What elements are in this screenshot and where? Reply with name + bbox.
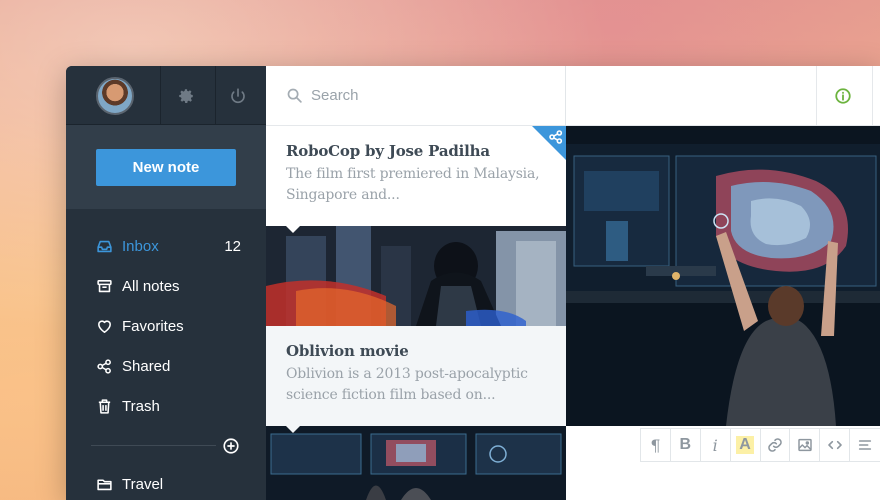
search-bar — [266, 66, 566, 126]
sidebar-item-label: All notes — [122, 277, 180, 295]
settings-button[interactable] — [167, 66, 205, 125]
folder-icon — [95, 475, 113, 493]
highlight-label: A — [736, 436, 754, 454]
note-list-item[interactable]: Oblivion movie Oblivion is a 2013 post-a… — [266, 326, 566, 426]
info-button[interactable] — [816, 66, 868, 126]
inbox-icon — [95, 237, 113, 255]
power-icon — [231, 87, 245, 103]
sidebar-item-label: Travel — [122, 475, 164, 493]
italic-button[interactable]: i — [701, 429, 731, 461]
sidebar-item-travel[interactable]: Travel — [66, 464, 266, 500]
sidebar-item-shared[interactable]: Shared — [66, 346, 266, 386]
notes-list-panel: RoboCop by Jose Padilha The film first p… — [266, 66, 566, 500]
link-icon — [768, 438, 782, 452]
detail-header — [566, 66, 880, 126]
note-thumbnail[interactable] — [266, 426, 566, 500]
thumbnail-pointer — [286, 426, 300, 433]
code-icon — [827, 440, 842, 450]
sidebar-item-label: Shared — [122, 357, 171, 375]
search-icon — [287, 88, 302, 103]
sidebar-item-label: Favorites — [122, 317, 184, 335]
note-list-item[interactable]: RoboCop by Jose Padilha The film first p… — [266, 126, 566, 226]
image-button[interactable] — [790, 429, 821, 461]
image-icon — [798, 438, 812, 452]
oblivion-thumbnail-image — [266, 426, 566, 500]
note-detail-panel: ¶ B i A — [566, 66, 880, 500]
header-edge — [872, 66, 880, 126]
paragraph-button[interactable]: ¶ — [641, 429, 671, 461]
header-divider — [215, 66, 216, 125]
highlight-button[interactable]: A — [731, 429, 761, 461]
sidebar-item-all-notes[interactable]: All notes — [66, 266, 266, 306]
bold-button[interactable]: B — [671, 429, 701, 461]
align-left-icon — [858, 440, 872, 450]
search-input[interactable] — [311, 87, 541, 104]
sidebar-item-inbox[interactable]: Inbox 12 — [66, 226, 266, 266]
new-note-button[interactable]: New note — [96, 149, 236, 186]
sidebar: New note Inbox 12 All notes Favorites Sh… — [66, 66, 266, 500]
inbox-count-badge: 12 — [224, 237, 241, 255]
folders-divider — [91, 445, 216, 446]
editor-toolbar: ¶ B i A — [640, 428, 880, 462]
info-icon — [834, 88, 851, 104]
folder-list: Travel — [66, 464, 266, 500]
note-excerpt: The film first premiered in Malaysia, Si… — [286, 166, 540, 203]
gear-icon — [179, 88, 194, 103]
avatar[interactable] — [96, 77, 134, 115]
sidebar-item-label: Trash — [122, 397, 160, 415]
heart-icon — [95, 317, 113, 335]
sidebar-item-label: Inbox — [122, 237, 159, 255]
code-button[interactable] — [820, 429, 851, 461]
robocop-thumbnail-image — [266, 226, 566, 326]
notes-app-window: New note Inbox 12 All notes Favorites Sh… — [66, 66, 880, 500]
share-icon — [95, 357, 113, 375]
sidebar-nav: Inbox 12 All notes Favorites Shared Tras… — [66, 226, 266, 426]
archive-icon — [95, 277, 113, 295]
trash-icon — [95, 397, 113, 415]
power-button[interactable] — [219, 66, 257, 125]
share-icon — [549, 130, 563, 144]
header-divider — [160, 66, 161, 125]
note-excerpt: Oblivion is a 2013 post-apocalyptic scie… — [286, 366, 528, 403]
sidebar-item-favorites[interactable]: Favorites — [66, 306, 266, 346]
sidebar-item-trash[interactable]: Trash — [66, 386, 266, 426]
note-hero-image — [566, 126, 880, 426]
thumbnail-pointer — [286, 226, 300, 233]
add-folder-button[interactable] — [222, 437, 240, 455]
align-button[interactable] — [850, 429, 880, 461]
plus-circle-icon — [223, 438, 239, 454]
oblivion-hero-image — [566, 126, 880, 426]
note-thumbnail[interactable] — [266, 226, 566, 326]
link-button[interactable] — [761, 429, 791, 461]
sidebar-header — [66, 66, 266, 125]
note-title: RoboCop by Jose Padilha — [286, 142, 490, 160]
note-title: Oblivion movie — [286, 342, 409, 360]
new-note-area: New note — [66, 125, 266, 209]
